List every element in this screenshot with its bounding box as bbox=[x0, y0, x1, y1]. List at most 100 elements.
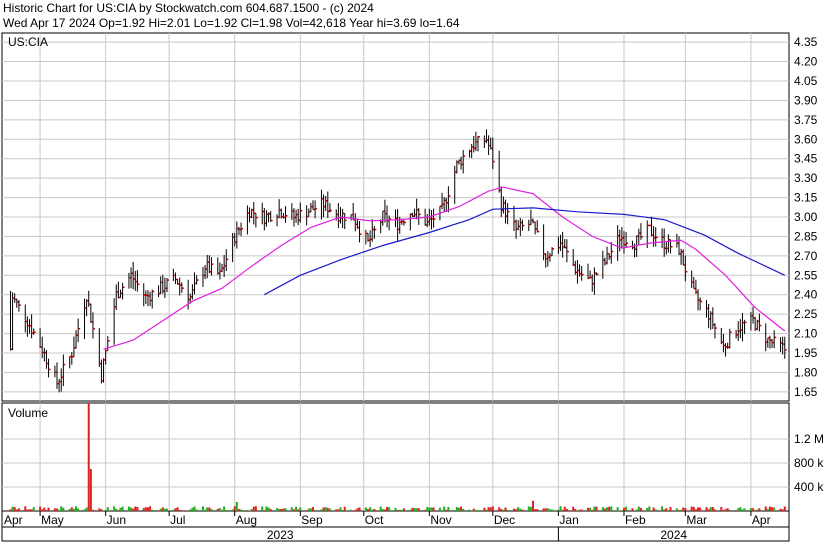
volume-bar bbox=[352, 510, 355, 511]
volume-bar bbox=[178, 509, 181, 511]
volume-bar bbox=[491, 506, 494, 511]
volume-bar bbox=[669, 506, 672, 511]
volume-bar bbox=[781, 509, 784, 511]
volume-bar bbox=[724, 509, 727, 511]
volume-bar bbox=[383, 509, 386, 511]
volume-bar bbox=[144, 507, 147, 511]
price-panel-label: US:CIA bbox=[8, 35, 48, 49]
volume-bar bbox=[72, 508, 75, 511]
volume-bar bbox=[462, 508, 465, 511]
volume-bar bbox=[438, 507, 441, 511]
month-axis-labels: Apr May Jun Jul Aug Sep Oct Nov Dec Jan Feb Mar Apr bbox=[4, 513, 771, 527]
volume-bar bbox=[680, 509, 683, 511]
volume-bar bbox=[639, 507, 642, 511]
volume-bar bbox=[350, 509, 353, 511]
volume-bar bbox=[142, 508, 145, 511]
volume-bar bbox=[610, 506, 613, 511]
volume-bar bbox=[472, 508, 475, 511]
volume-bar bbox=[47, 507, 50, 511]
month-tick-label: Nov bbox=[430, 513, 451, 527]
volume-bar bbox=[39, 506, 42, 511]
volume-bar bbox=[30, 509, 33, 511]
volume-bar bbox=[504, 507, 507, 511]
volume-bar bbox=[106, 507, 109, 511]
moving-average-short bbox=[103, 186, 786, 350]
volume-bar bbox=[261, 506, 264, 511]
volume-bar bbox=[292, 509, 295, 511]
volume-bar bbox=[206, 507, 209, 511]
volume-bar bbox=[89, 469, 92, 511]
volume-bar bbox=[474, 509, 477, 511]
volume-bar bbox=[146, 507, 149, 511]
volume-bar bbox=[650, 510, 653, 511]
volume-bar bbox=[739, 507, 742, 511]
price-tick-label: 4.20 bbox=[794, 55, 818, 69]
volume-bar bbox=[565, 508, 568, 511]
month-tick-label: Jun bbox=[107, 513, 126, 527]
grid-lines bbox=[2, 33, 789, 541]
volume-bar bbox=[453, 509, 456, 511]
volume-bar bbox=[675, 508, 678, 511]
volume-bar bbox=[75, 506, 78, 511]
volume-bar bbox=[127, 506, 130, 511]
volume-bar bbox=[773, 507, 776, 511]
price-tick-label: 1.95 bbox=[794, 346, 818, 360]
volume-bar bbox=[563, 506, 566, 511]
volume-bar bbox=[411, 507, 414, 511]
volume-bar bbox=[235, 502, 238, 511]
volume-bar bbox=[413, 507, 416, 511]
volume-bar bbox=[661, 506, 664, 511]
volume-bar bbox=[593, 506, 596, 511]
volume-bar bbox=[161, 507, 164, 511]
volume-bar bbox=[369, 507, 372, 511]
volume-bar bbox=[754, 510, 757, 511]
volume-bar bbox=[622, 507, 625, 511]
volume-bar bbox=[32, 507, 35, 511]
volume-bar bbox=[398, 509, 401, 511]
volume-bar bbox=[366, 509, 369, 511]
volume-bar bbox=[322, 507, 325, 511]
volume-bar bbox=[379, 506, 382, 511]
volume-bar bbox=[172, 509, 175, 511]
volume-bar bbox=[521, 509, 524, 511]
volume-bar bbox=[415, 508, 418, 511]
volume-bar bbox=[290, 507, 293, 511]
volume-bar bbox=[766, 508, 769, 511]
volume-bar bbox=[707, 509, 710, 511]
volume-bar bbox=[631, 508, 634, 511]
volume-bar bbox=[254, 506, 257, 511]
volume-bar bbox=[722, 510, 725, 511]
volume-bar bbox=[104, 509, 107, 511]
volume-bar bbox=[758, 508, 761, 511]
volume-bar bbox=[637, 506, 640, 511]
volume-bar bbox=[576, 510, 579, 511]
volume-bar bbox=[709, 507, 712, 511]
volume-panel-frame bbox=[1, 402, 790, 512]
volume-bar bbox=[489, 507, 492, 511]
volume-bar bbox=[455, 506, 458, 511]
volume-bar bbox=[91, 509, 94, 511]
volume-bar bbox=[191, 507, 194, 511]
volume-bar bbox=[210, 508, 213, 511]
price-tick-label: 3.15 bbox=[794, 191, 818, 205]
volume-bar bbox=[87, 403, 90, 511]
volume-tick-label: 800 k bbox=[794, 456, 824, 470]
volume-bar bbox=[28, 509, 31, 511]
volume-bar bbox=[546, 508, 549, 511]
price-tick-label: 2.70 bbox=[794, 249, 818, 263]
volume-bar bbox=[320, 509, 323, 511]
volume-bar bbox=[667, 510, 670, 511]
volume-bar bbox=[314, 510, 317, 511]
volume-bar bbox=[544, 508, 547, 511]
volume-bar bbox=[278, 508, 281, 511]
volume-bar bbox=[157, 510, 160, 511]
price-tick-label: 4.35 bbox=[794, 35, 818, 49]
volume-bar bbox=[616, 507, 619, 511]
volume-bar bbox=[548, 509, 551, 511]
volume-bar bbox=[654, 509, 657, 511]
volume-bar bbox=[248, 510, 251, 511]
price-tick-label: 2.85 bbox=[794, 229, 818, 243]
volume-bar bbox=[728, 509, 731, 511]
volume-bar bbox=[468, 509, 471, 511]
volume-bar bbox=[117, 510, 120, 511]
